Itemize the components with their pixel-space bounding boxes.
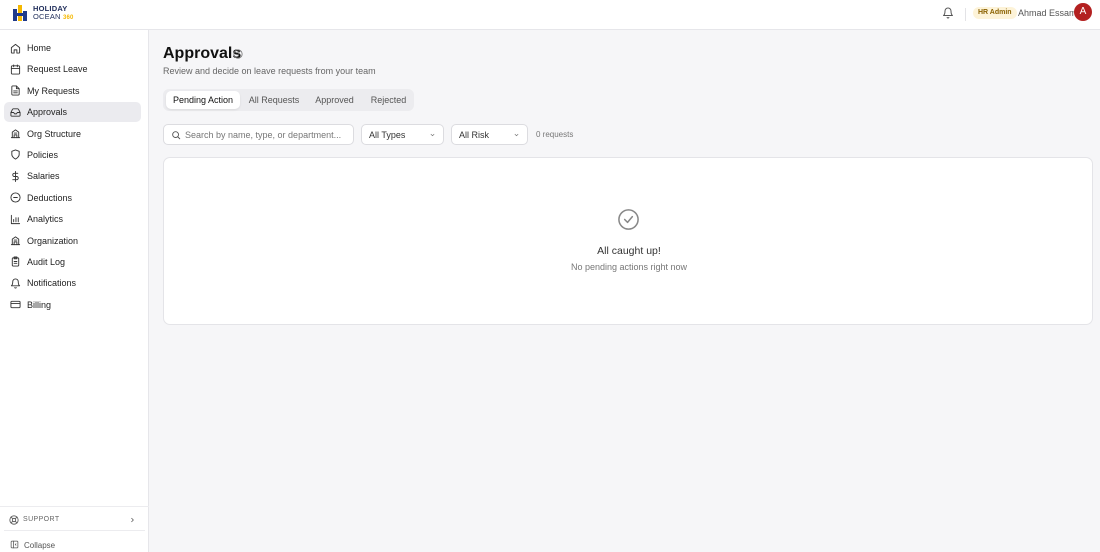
sidebar-item-label: Organization (27, 235, 79, 246)
type-filter-select[interactable]: All Types (361, 124, 444, 145)
brand-logo[interactable]: HOLIDAY OCEAN 360 (11, 4, 91, 24)
support-icon (9, 515, 19, 525)
sidebar-item-deductions[interactable]: Deductions (4, 188, 141, 208)
header-divider (965, 8, 966, 21)
risk-filter-value: All Risk (459, 130, 490, 140)
page-subtitle: Review and decide on leave requests from… (163, 66, 376, 76)
sidebar-item-policies[interactable]: Policies (4, 145, 141, 165)
support-label: SUPPORT (23, 516, 60, 523)
inbox-icon (10, 108, 21, 117)
empty-state-card: All caught up! No pending actions right … (163, 157, 1093, 325)
check-circle-icon (618, 209, 639, 230)
sidebar-item-label: Billing (27, 299, 52, 310)
sidebar-item-label: Salaries (27, 171, 60, 182)
logo-mark (13, 5, 31, 21)
search-box (163, 124, 354, 145)
building-icon (10, 236, 21, 246)
document-icon (11, 85, 20, 96)
shield-icon (11, 149, 20, 160)
sidebar-item-organization[interactable]: Organization (4, 231, 141, 251)
page-title: Approvals (163, 45, 242, 62)
help-icon[interactable] (233, 49, 243, 59)
sidebar: Home Request Leave My Requests Approvals… (0, 30, 149, 552)
sidebar-item-salaries[interactable]: Salaries (4, 166, 141, 186)
sidebar-item-label: Home (27, 43, 52, 53)
collapse-label: Collapse (24, 541, 56, 550)
approval-tabs: Pending Action All Requests Approved Rej… (163, 89, 414, 111)
sidebar-item-analytics[interactable]: Analytics (4, 209, 141, 229)
sidebar-item-label: Org Structure (27, 128, 82, 139)
sidebar-item-org-structure[interactable]: Org Structure (4, 124, 141, 144)
empty-state-message: No pending actions right now (570, 262, 688, 272)
sidebar-item-label: Deductions (27, 192, 73, 203)
logo-line-2: OCEAN 360 (33, 12, 74, 21)
sidebar-item-label: Request Leave (27, 64, 88, 75)
user-name[interactable]: Ahmad Essam (1018, 8, 1077, 18)
sidebar-item-my-requests[interactable]: My Requests (4, 81, 141, 101)
sidebar-item-home[interactable]: Home (4, 38, 141, 58)
clipboard-icon (11, 256, 20, 267)
sidebar-item-label: Notifications (27, 278, 77, 289)
building-icon (10, 129, 21, 139)
dollar-icon (12, 170, 19, 182)
sidebar-item-request-leave[interactable]: Request Leave (4, 59, 141, 79)
tab-all-requests[interactable]: All Requests (242, 91, 306, 109)
risk-filter-select[interactable]: All Risk (451, 124, 528, 145)
credit-card-icon (10, 301, 21, 309)
collapse-button[interactable]: Collapse (4, 530, 145, 552)
bar-chart-icon (10, 214, 21, 224)
sidebar-item-notifications[interactable]: Notifications (4, 273, 141, 293)
empty-state-title: All caught up! (597, 245, 661, 257)
sidebar-collapse-icon (10, 540, 19, 549)
home-icon (10, 43, 21, 54)
sidebar-item-billing[interactable]: Billing (4, 295, 141, 315)
sidebar-item-label: Approvals (27, 107, 68, 118)
calendar-icon (10, 64, 21, 75)
tab-rejected[interactable]: Rejected (363, 91, 414, 109)
search-input[interactable] (185, 127, 350, 142)
minus-circle-icon (10, 192, 21, 203)
bell-icon (10, 278, 21, 289)
chevron-down-icon (430, 133, 435, 137)
sidebar-item-label: My Requests (27, 85, 80, 96)
avatar[interactable]: A (1074, 3, 1092, 21)
sidebar-item-approvals[interactable]: Approvals (4, 102, 141, 123)
sidebar-item-audit-log[interactable]: Audit Log (4, 252, 141, 272)
tab-approved[interactable]: Approved (308, 91, 361, 109)
role-badge: HR Admin (973, 7, 1017, 19)
sidebar-nav: Home Request Leave My Requests Approvals… (4, 38, 141, 316)
sidebar-item-label: Analytics (27, 214, 64, 225)
tab-pending-action[interactable]: Pending Action (166, 91, 240, 109)
bell-icon[interactable] (942, 7, 954, 19)
chevron-down-icon (514, 133, 519, 137)
sidebar-item-label: Policies (27, 149, 59, 160)
type-filter-value: All Types (369, 130, 406, 140)
sidebar-item-label: Audit Log (27, 256, 66, 267)
search-icon (172, 131, 181, 140)
request-count: 0 requests (536, 130, 574, 139)
top-bar: HOLIDAY OCEAN 360 HR Admin Ahmad Essam A (0, 0, 1100, 30)
chevron-right-icon (131, 517, 134, 523)
